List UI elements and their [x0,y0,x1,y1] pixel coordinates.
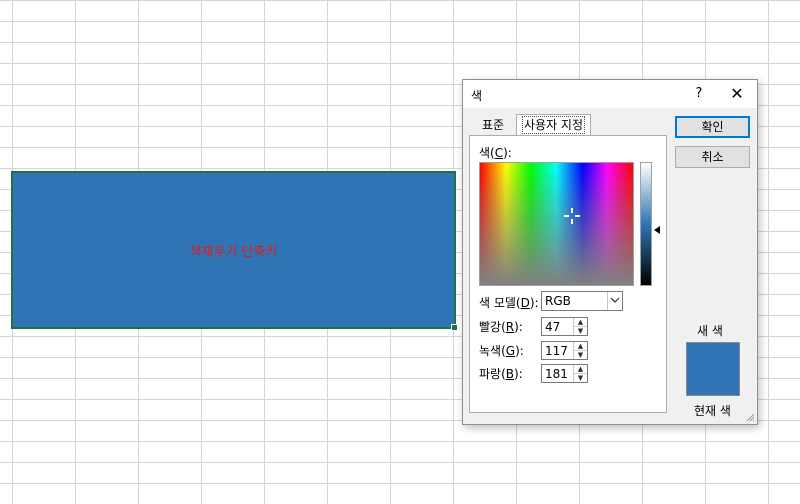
green-value: 117 [545,344,568,358]
resize-grip-icon[interactable] [745,412,755,422]
crosshair-icon [564,208,580,224]
fill-handle[interactable] [451,324,458,331]
dialog-titlebar[interactable]: 색 ? ✕ [463,80,757,108]
tab-custom-label: 사용자 지정 [521,116,586,134]
cancel-button[interactable]: 취소 [675,146,750,168]
green-input[interactable]: 117 ▲ ▼ [541,341,588,360]
current-color-label: 현재 색 [694,404,731,418]
custom-panel: 색(C): 색 모델(D): RGB 빨강(R): 47 ▲ ▼ 녹색(G): … [469,135,667,413]
color-spectrum[interactable] [479,162,634,286]
luminance-arrow-icon[interactable] [654,226,660,234]
help-button[interactable]: ? [689,84,709,104]
color-model-select[interactable]: RGB [541,291,623,311]
blue-label: 파랑(B): [479,367,523,381]
blue-input[interactable]: 181 ▲ ▼ [541,364,588,383]
green-label: 녹색(G): [479,344,524,358]
red-down-arrow-icon[interactable]: ▼ [574,327,587,335]
luminance-slider[interactable] [640,162,652,286]
blue-up-arrow-icon[interactable]: ▲ [574,365,587,374]
dialog-title: 색 [471,89,483,103]
cell-text: 색채우기 단축키 [189,244,278,260]
green-down-arrow-icon[interactable]: ▼ [574,351,587,359]
red-label: 빨강(R): [479,320,523,334]
green-up-arrow-icon[interactable]: ▲ [574,342,587,351]
blue-value: 181 [545,367,568,381]
new-color-label: 새 색 [697,324,723,338]
color-model-value: RGB [545,294,571,308]
red-value: 47 [545,320,561,334]
close-button[interactable]: ✕ [725,84,749,104]
ok-button[interactable]: 확인 [675,116,750,138]
tab-custom[interactable]: 사용자 지정 [516,114,592,136]
color-model-label: 색 모델(D): [479,296,539,310]
red-up-arrow-icon[interactable]: ▲ [574,318,587,327]
selected-cell-range[interactable]: 색채우기 단축키 [11,171,456,329]
colors-label: 색(C): [479,146,512,160]
blue-down-arrow-icon[interactable]: ▼ [574,374,587,382]
red-input[interactable]: 47 ▲ ▼ [541,317,588,336]
tab-standard[interactable]: 표준 [475,115,511,135]
chevron-down-icon[interactable] [607,292,622,310]
color-dialog: 색 ? ✕ 표준 사용자 지정 색(C): 색 모델(D): RGB 빨강(R)… [462,79,758,425]
color-preview-swatch [686,342,740,396]
